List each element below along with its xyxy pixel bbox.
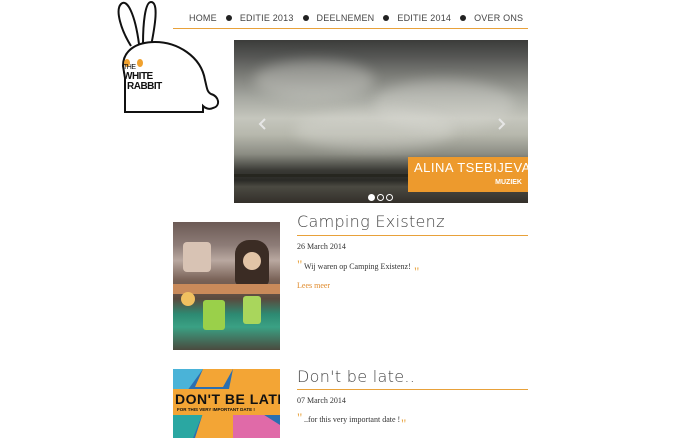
slider-dot-2[interactable] <box>377 194 384 201</box>
photo-detail <box>183 242 211 272</box>
close-quote-icon: " <box>401 416 407 431</box>
slider-dot-3[interactable] <box>386 194 393 201</box>
main-nav: HOME EDITIE 2013 DEELNEMEN EDITIE 2014 O… <box>173 8 528 28</box>
bullet-icon <box>383 15 390 21</box>
photo-detail <box>243 252 261 270</box>
cloud-shape <box>294 110 454 150</box>
photo-detail <box>203 300 225 330</box>
photo-detail <box>181 292 195 306</box>
bullet-icon <box>302 15 309 21</box>
post-title-divider <box>297 235 528 236</box>
logo-text-the: THE <box>123 64 136 71</box>
nav-item-over-ons[interactable]: OVER ONS <box>451 13 523 23</box>
nav-item-deelnemen[interactable]: DEELNEMEN <box>294 13 375 23</box>
nav-item-editie-2013[interactable]: EDITIE 2013 <box>217 13 294 23</box>
post-date: 26 March 2014 <box>297 242 346 251</box>
nav-label: EDITIE 2014 <box>397 13 452 23</box>
slider-dot-1[interactable] <box>368 194 375 201</box>
slide-caption[interactable]: ALINA TSEBIJEVA MUZIEK <box>408 157 531 192</box>
poster-title: DON'T BE LATE <box>175 391 280 407</box>
slider-prev-button[interactable] <box>257 118 269 130</box>
chevron-right-icon <box>498 118 506 130</box>
post-thumbnail-dont-be-late[interactable]: DON'T BE LATE FOR THIS VERY IMPORTANT DA… <box>173 369 280 438</box>
bullet-icon <box>225 15 232 21</box>
poster-subtitle: FOR THIS VERY IMPORTANT DATE ! <box>177 407 255 412</box>
photo-detail <box>243 296 261 324</box>
read-more-link[interactable]: Lees meer <box>297 281 330 290</box>
logo-text-rabbit: RABBIT <box>127 81 162 92</box>
post-excerpt: Wij waren op Camping Existenz! <box>304 262 411 271</box>
slide-caption-category: MUZIEK <box>495 179 522 186</box>
post-excerpt: ..for this very important date ! <box>304 415 401 424</box>
post-date: 07 March 2014 <box>297 396 346 405</box>
post-title-divider <box>297 389 528 390</box>
cloud-shape <box>254 60 374 100</box>
nav-divider <box>173 28 528 29</box>
chevron-left-icon <box>258 118 266 130</box>
slider-next-button[interactable] <box>495 118 507 130</box>
nav-item-editie-2014[interactable]: EDITIE 2014 <box>374 13 451 23</box>
nav-label: DEELNEMEN <box>316 13 375 23</box>
post-title[interactable]: Camping Existenz <box>297 212 445 231</box>
open-quote-icon: " <box>297 410 303 425</box>
post-title[interactable]: Don't be late.. <box>297 367 415 386</box>
open-quote-icon: " <box>297 257 303 272</box>
bullet-icon <box>460 15 467 21</box>
slider-dots <box>368 194 393 201</box>
post-thumbnail-camping[interactable] <box>173 222 280 350</box>
nav-label: HOME <box>189 13 217 23</box>
nav-item-home[interactable]: HOME <box>173 13 217 23</box>
nav-label: EDITIE 2013 <box>239 13 294 23</box>
close-quote-icon: " <box>414 264 420 279</box>
slide-caption-name: ALINA TSEBIJEVA <box>414 160 531 175</box>
nav-label: OVER ONS <box>474 13 524 23</box>
